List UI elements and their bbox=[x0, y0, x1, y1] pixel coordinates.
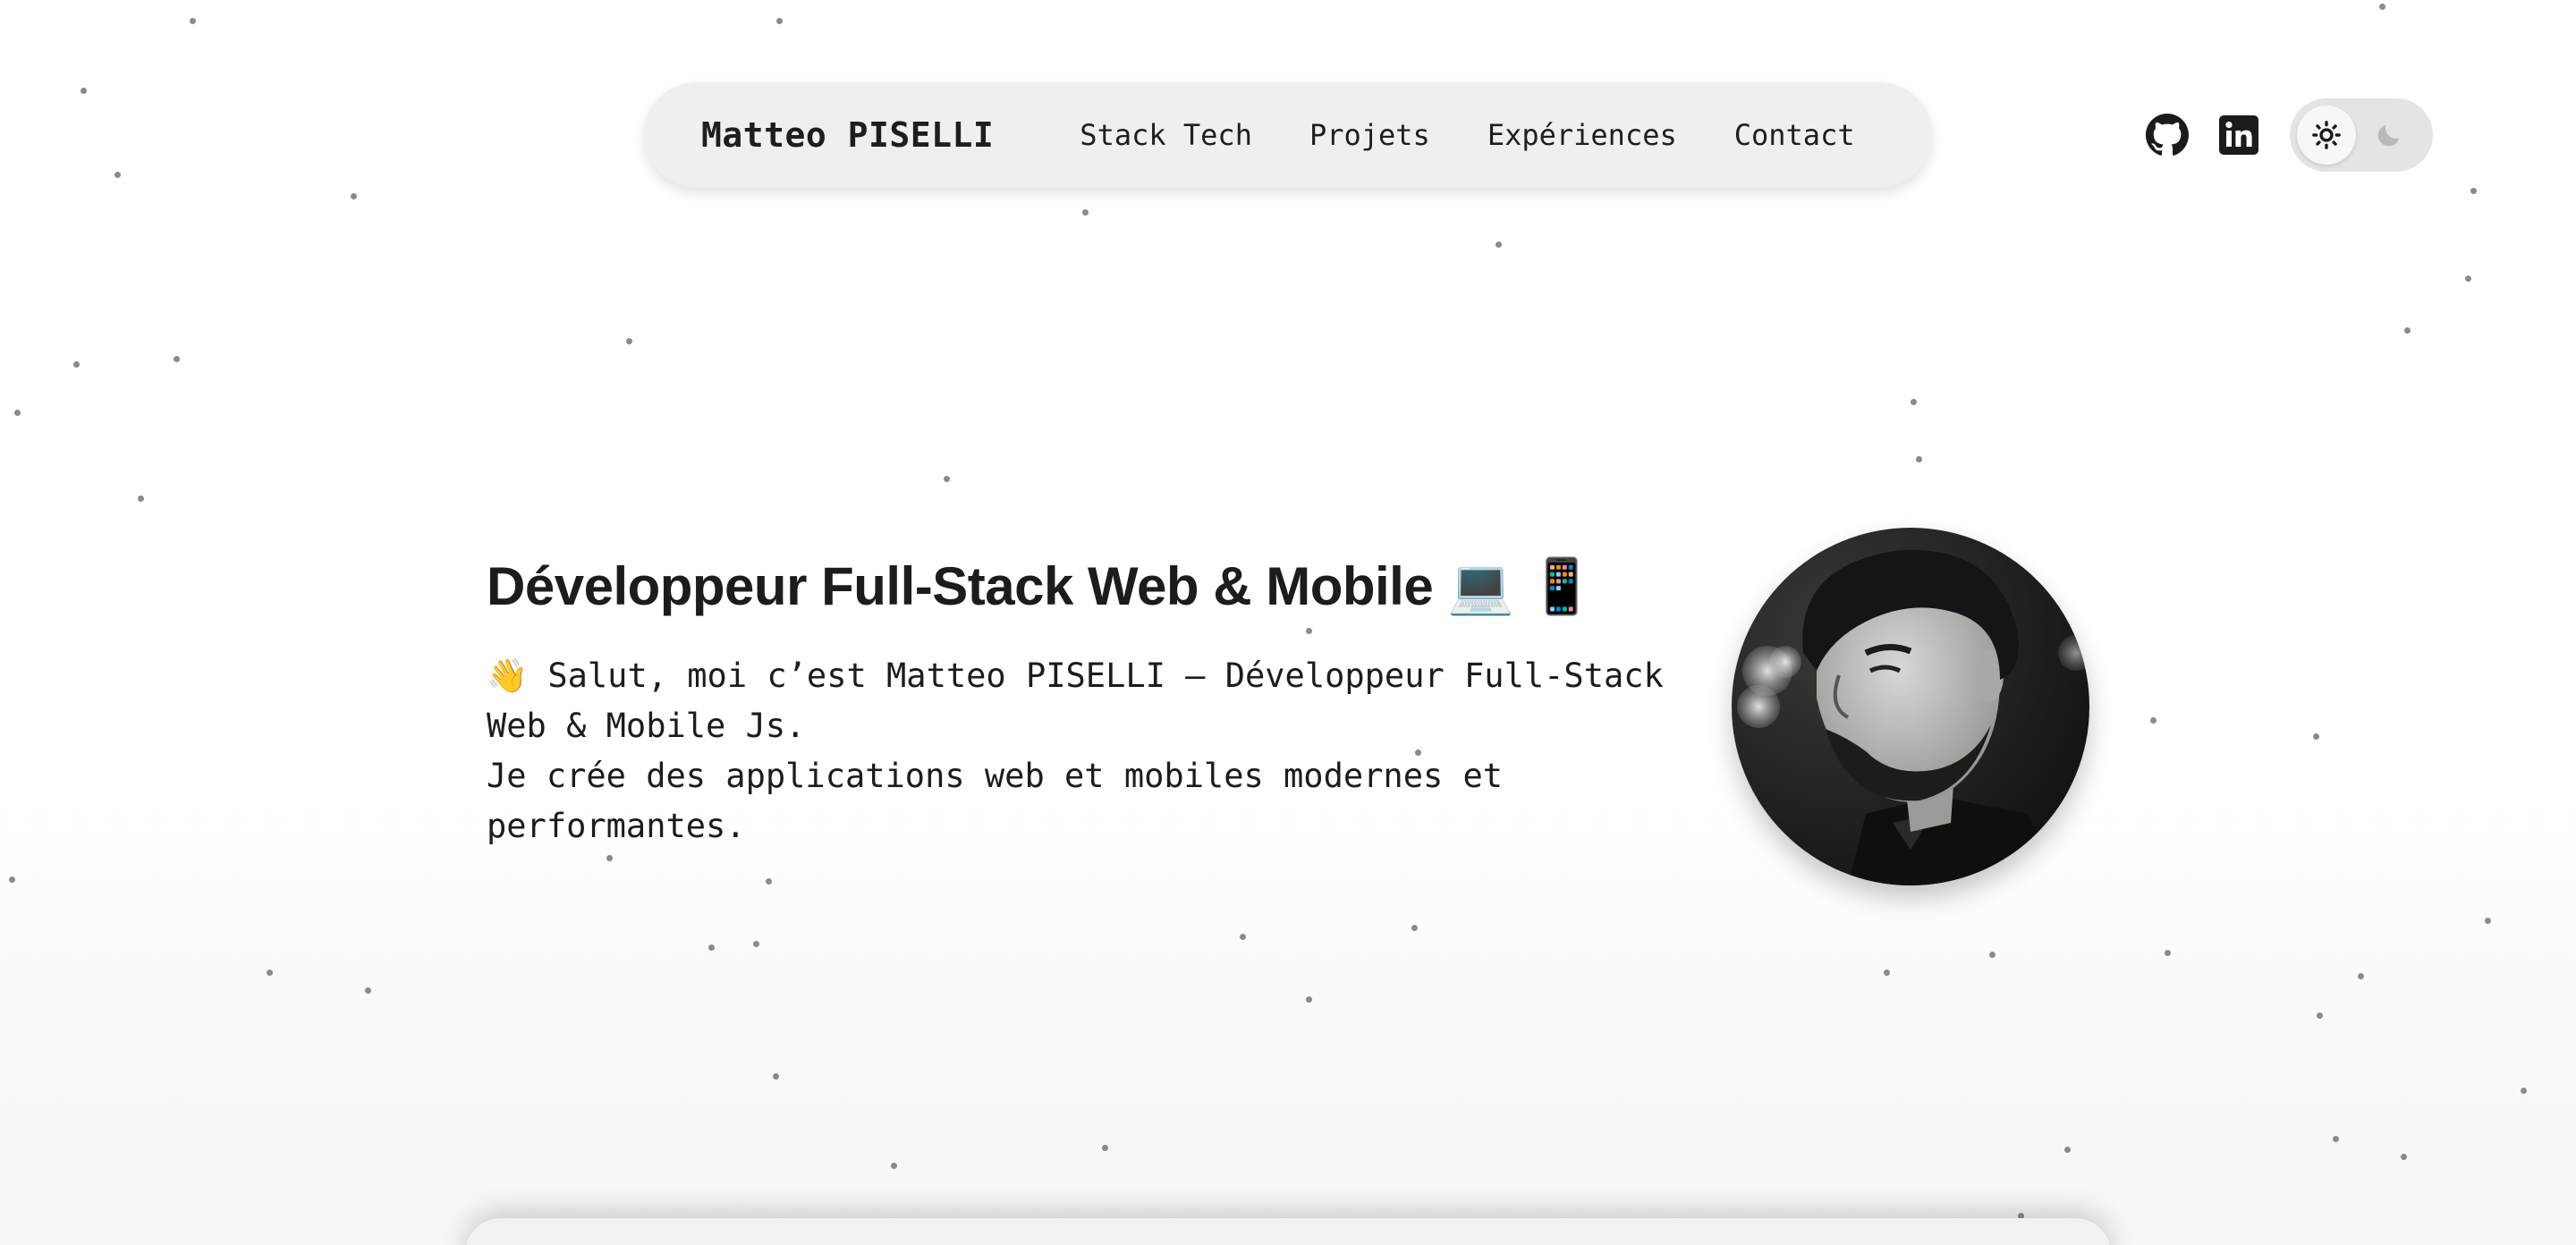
next-section-card bbox=[465, 1218, 2111, 1245]
particle-dot bbox=[114, 172, 121, 178]
particle-dot bbox=[2470, 188, 2477, 194]
particle-dot bbox=[1411, 925, 1418, 931]
theme-toggle[interactable] bbox=[2290, 98, 2433, 172]
particle-dot bbox=[174, 356, 180, 362]
profile-photo bbox=[1732, 528, 2089, 885]
particle-dot bbox=[766, 878, 772, 885]
moon-icon bbox=[2377, 124, 2400, 147]
nav-links: Stack Tech Projets Expériences Contact bbox=[1080, 118, 1854, 152]
particle-dot bbox=[2313, 733, 2319, 740]
nav-link-experiences[interactable]: Expériences bbox=[1487, 118, 1677, 152]
particle-dot bbox=[626, 338, 632, 344]
particle-dot bbox=[2485, 918, 2491, 924]
particle-dot bbox=[14, 410, 21, 416]
particle-dot bbox=[2064, 1147, 2071, 1153]
github-icon bbox=[2146, 114, 2189, 156]
particle-dot bbox=[2165, 950, 2171, 956]
hero-intro-line: Je crée des applications web et mobiles … bbox=[487, 757, 1504, 795]
particle-dot bbox=[365, 987, 371, 994]
particle-dot bbox=[1916, 456, 1922, 462]
particle-dot bbox=[2317, 1012, 2323, 1019]
particle-dot bbox=[708, 944, 715, 951]
nav-link-projets[interactable]: Projets bbox=[1309, 118, 1430, 152]
particle-dot bbox=[190, 18, 196, 24]
particle-dot bbox=[80, 88, 87, 94]
sun-icon bbox=[2312, 121, 2341, 149]
particle-dot bbox=[2521, 1088, 2527, 1094]
particle-dot bbox=[2379, 4, 2385, 10]
particle-dot bbox=[1102, 1145, 1108, 1151]
particle-dot bbox=[2150, 717, 2157, 724]
particle-dot bbox=[1496, 241, 1502, 248]
linkedin-link[interactable] bbox=[2216, 113, 2261, 157]
particle-dot bbox=[9, 877, 15, 883]
particle-dot bbox=[944, 476, 950, 482]
particle-dot bbox=[1989, 952, 1996, 958]
particle-dot bbox=[267, 970, 273, 976]
particle-dot bbox=[1240, 934, 1246, 940]
nav-link-stack-tech[interactable]: Stack Tech bbox=[1080, 118, 1252, 152]
particle-dot bbox=[1082, 209, 1089, 216]
github-link[interactable] bbox=[2145, 113, 2190, 157]
profile-photo-illustration bbox=[1732, 528, 2089, 885]
particle-dot bbox=[1911, 399, 1917, 405]
particle-dot bbox=[1306, 996, 1312, 1003]
particle-dot bbox=[351, 193, 357, 199]
linkedin-icon bbox=[2219, 115, 2258, 155]
particle-dot bbox=[1306, 628, 1312, 634]
nav-link-contact[interactable]: Contact bbox=[1734, 118, 1855, 152]
particle-dot bbox=[776, 18, 783, 24]
particle-dot bbox=[2404, 327, 2411, 334]
particle-dot bbox=[753, 941, 759, 947]
hero-title: Développeur Full-Stack Web & Mobile 💻 📱 bbox=[487, 556, 1595, 616]
particle-dot bbox=[2333, 1136, 2339, 1142]
particle-dot bbox=[891, 1163, 897, 1169]
theme-dark-option[interactable] bbox=[2360, 106, 2419, 165]
hero-intro-line: performantes. bbox=[487, 807, 746, 845]
particle-dot bbox=[2465, 275, 2471, 282]
hero-intro-line: Web & Mobile Js. bbox=[487, 707, 806, 745]
top-navbar: Matteo PISELLI Stack Tech Projets Expéri… bbox=[644, 82, 1932, 188]
brand-name[interactable]: Matteo PISELLI bbox=[701, 115, 994, 155]
particle-dot bbox=[1884, 970, 1890, 976]
hero-intro-line: 👋 Salut, moi c’est Matteo PISELLI – Déve… bbox=[487, 656, 1664, 695]
hero-intro: 👋 Salut, moi c’est Matteo PISELLI – Déve… bbox=[487, 651, 1664, 851]
particle-dot bbox=[606, 855, 613, 861]
theme-light-option[interactable] bbox=[2297, 106, 2356, 165]
particle-dot bbox=[138, 495, 144, 502]
particle-dot bbox=[2401, 1154, 2407, 1160]
particle-dot bbox=[73, 361, 80, 368]
particle-dot bbox=[2358, 973, 2364, 979]
particle-dot bbox=[773, 1073, 779, 1080]
